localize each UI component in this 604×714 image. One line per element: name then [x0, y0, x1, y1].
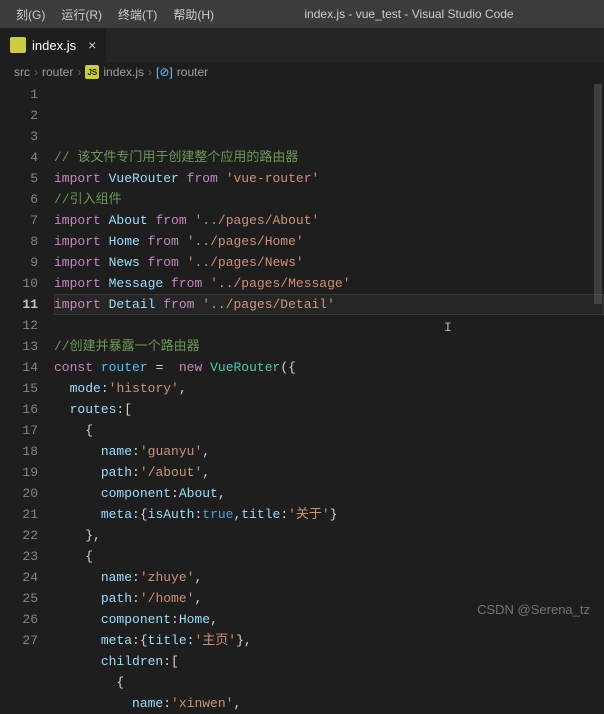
menu-item-goto[interactable]: 刻(G): [8, 2, 53, 27]
code-line[interactable]: meta:{isAuth:true,title:'关于'}: [54, 504, 604, 525]
line-number: 2: [0, 105, 38, 126]
code-line[interactable]: import Home from '../pages/Home': [54, 231, 604, 252]
code-line[interactable]: const router = new VueRouter({: [54, 357, 604, 378]
js-file-icon: JS: [85, 65, 99, 79]
line-number: 15: [0, 378, 38, 399]
line-number: 27: [0, 630, 38, 651]
code-line[interactable]: // 该文件专门用于创建整个应用的路由器: [54, 147, 604, 168]
code-line[interactable]: name:'zhuye',: [54, 567, 604, 588]
crumb-router[interactable]: router: [42, 65, 73, 79]
code-line[interactable]: //创建并暴露一个路由器: [54, 336, 604, 357]
chevron-right-icon: ›: [148, 65, 152, 79]
menubar: 刻(G) 运行(R) 终端(T) 帮助(H): [8, 2, 222, 27]
line-number: 6: [0, 189, 38, 210]
tab-index-js[interactable]: JS index.js ×: [0, 28, 107, 62]
line-number: 25: [0, 588, 38, 609]
chevron-right-icon: ›: [77, 65, 81, 79]
code-area[interactable]: // 该文件专门用于创建整个应用的路由器import VueRouter fro…: [54, 82, 604, 625]
code-line[interactable]: },: [54, 525, 604, 546]
code-line[interactable]: path:'/about',: [54, 462, 604, 483]
code-line[interactable]: name:'xinwen',: [54, 693, 604, 714]
line-number: 17: [0, 420, 38, 441]
code-line[interactable]: import Message from '../pages/Message': [54, 273, 604, 294]
code-line[interactable]: [54, 315, 604, 336]
code-line[interactable]: {: [54, 420, 604, 441]
code-line[interactable]: meta:{title:'主页'},: [54, 630, 604, 651]
editor[interactable]: 1234567891011121314151617181920212223242…: [0, 82, 604, 625]
code-line[interactable]: import About from '../pages/About': [54, 210, 604, 231]
crumb-symbol[interactable]: router: [177, 65, 208, 79]
line-number: 9: [0, 252, 38, 273]
line-number: 8: [0, 231, 38, 252]
breadcrumbs[interactable]: src › router › JS index.js › [⊘] router: [0, 62, 604, 82]
menu-item-help[interactable]: 帮助(H): [165, 2, 222, 27]
code-line[interactable]: //引入组件: [54, 189, 604, 210]
line-number: 12: [0, 315, 38, 336]
line-number: 24: [0, 567, 38, 588]
code-line[interactable]: import VueRouter from 'vue-router': [54, 168, 604, 189]
line-number: 21: [0, 504, 38, 525]
code-line[interactable]: path:'/home',: [54, 588, 604, 609]
code-line[interactable]: import News from '../pages/News': [54, 252, 604, 273]
js-file-icon: JS: [10, 37, 26, 53]
line-number: 18: [0, 441, 38, 462]
crumb-src[interactable]: src: [14, 65, 30, 79]
line-number: 3: [0, 126, 38, 147]
current-line-highlight: [54, 294, 604, 315]
scrollbar-thumb[interactable]: [594, 84, 602, 304]
window-title: index.js - vue_test - Visual Studio Code: [222, 7, 596, 21]
line-number: 5: [0, 168, 38, 189]
crumb-file[interactable]: index.js: [103, 65, 144, 79]
line-number-gutter: 1234567891011121314151617181920212223242…: [0, 82, 54, 625]
line-number: 1: [0, 84, 38, 105]
line-number: 13: [0, 336, 38, 357]
line-number: 22: [0, 525, 38, 546]
chevron-right-icon: ›: [34, 65, 38, 79]
variable-icon: [⊘]: [156, 65, 173, 79]
menu-item-run[interactable]: 运行(R): [53, 2, 110, 27]
code-line[interactable]: children:[: [54, 651, 604, 672]
titlebar: 刻(G) 运行(R) 终端(T) 帮助(H) index.js - vue_te…: [0, 0, 604, 28]
line-number: 11: [0, 294, 38, 315]
code-line[interactable]: {: [54, 546, 604, 567]
line-number: 4: [0, 147, 38, 168]
close-icon[interactable]: ×: [88, 37, 96, 53]
line-number: 19: [0, 462, 38, 483]
line-number: 20: [0, 483, 38, 504]
tab-bar: JS index.js ×: [0, 28, 604, 62]
line-number: 23: [0, 546, 38, 567]
code-line[interactable]: name:'guanyu',: [54, 441, 604, 462]
line-number: 14: [0, 357, 38, 378]
scrollbar-vertical[interactable]: [592, 82, 604, 625]
text-cursor-icon: I: [444, 317, 445, 334]
line-number: 10: [0, 273, 38, 294]
line-number: 7: [0, 210, 38, 231]
line-number: 16: [0, 399, 38, 420]
code-line[interactable]: mode:'history',: [54, 378, 604, 399]
code-line[interactable]: {: [54, 672, 604, 693]
code-line[interactable]: component:About,: [54, 483, 604, 504]
menu-item-terminal[interactable]: 终端(T): [110, 2, 165, 27]
tab-label: index.js: [32, 38, 76, 53]
code-line[interactable]: routes:[: [54, 399, 604, 420]
